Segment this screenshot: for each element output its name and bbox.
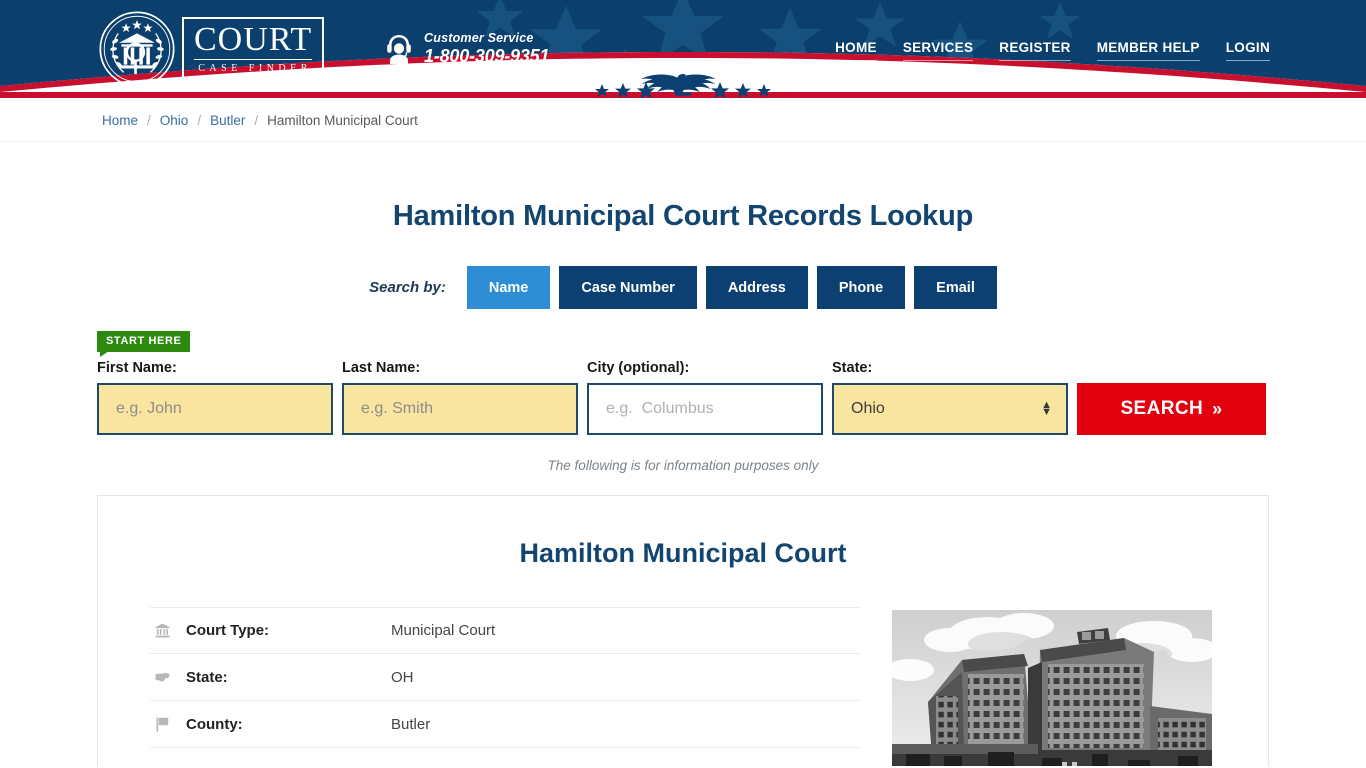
search-button-label: SEARCH: [1120, 398, 1204, 419]
main-content: Hamilton Municipal Court Records Lookup …: [0, 142, 1366, 766]
search-button[interactable]: SEARCH »: [1077, 383, 1266, 435]
court-card-body: Court Type: Municipal Court State: OH Co…: [150, 607, 1216, 766]
flag-icon: [150, 717, 174, 732]
breadcrumb-item-current: Hamilton Municipal Court: [267, 112, 418, 128]
site-header: COURT CASE FINDER Customer Service 1-800…: [0, 0, 1366, 98]
court-details-list: Court Type: Municipal Court State: OH Co…: [150, 607, 860, 766]
tab-phone[interactable]: Phone: [816, 266, 906, 309]
detail-label-state: State:: [186, 668, 228, 686]
state-label: State:: [832, 360, 873, 376]
court-details-card: Hamilton Municipal Court Court Type: Mun…: [97, 495, 1269, 766]
last-name-label: Last Name:: [342, 360, 421, 376]
nav-item-login[interactable]: LOGIN: [1225, 40, 1270, 61]
page-title: Hamilton Municipal Court Records Lookup: [392, 200, 974, 232]
breadcrumb: Home / Ohio / Butler / Hamilton Municipa…: [102, 98, 418, 142]
detail-label-county: County:: [186, 715, 243, 733]
breadcrumb-item-home[interactable]: Home: [102, 113, 138, 128]
search-form: START HERE First Name: Last Name: City (…: [97, 331, 1269, 435]
tab-address[interactable]: Address: [705, 266, 808, 309]
courthouse-magnifier-wreath-seal-icon: [99, 11, 175, 87]
court-card-title: Hamilton Municipal Court: [519, 538, 847, 568]
headset-support-icon: [387, 35, 411, 64]
first-name-field-group: First Name:: [97, 360, 333, 435]
breadcrumb-separator: /: [254, 112, 259, 128]
chevron-updown-icon: ▲ ▼: [1041, 399, 1052, 418]
nav-item-services[interactable]: SERVICES: [902, 40, 974, 61]
site-logo[interactable]: COURT CASE FINDER: [98, 8, 348, 90]
court-photo-column: [892, 607, 1212, 766]
nav-item-home[interactable]: HOME: [835, 40, 877, 61]
search-by-label: Search by:: [369, 279, 446, 296]
last-name-input[interactable]: [342, 383, 578, 435]
disclaimer-text: The following is for information purpose…: [547, 458, 819, 473]
customer-service-block[interactable]: Customer Service 1-800-309-9351: [383, 31, 550, 66]
breadcrumb-item-butler[interactable]: Butler: [210, 113, 245, 128]
state-select-value: Ohio: [851, 400, 885, 417]
courthouse-building-photo: [892, 610, 1212, 766]
logo-text-box: COURT CASE FINDER: [182, 17, 325, 81]
detail-row-county: County: Butler: [150, 701, 860, 748]
detail-row-court-type: Court Type: Municipal Court: [150, 607, 860, 654]
first-name-input[interactable]: [97, 383, 333, 435]
state-select[interactable]: Ohio ▲ ▼: [832, 383, 1068, 435]
map-usa-icon: [150, 671, 174, 684]
search-by-tabs: Search by: Name Case Number Address Phon…: [0, 266, 1366, 309]
nav-item-register[interactable]: REGISTER: [999, 40, 1071, 61]
last-name-field-group: Last Name:: [342, 360, 578, 435]
first-name-label: First Name:: [97, 360, 177, 376]
double-chevron-right-icon: »: [1212, 398, 1223, 419]
courthouse-icon: [150, 623, 174, 638]
eagle-and-stars-emblem: [595, 74, 771, 98]
breadcrumb-separator: /: [147, 112, 151, 128]
logo-title: COURT: [194, 21, 313, 60]
main-navigation: HOME SERVICES REGISTER MEMBER HELP LOGIN: [835, 40, 1270, 61]
detail-value-court-type: Municipal Court: [391, 622, 496, 639]
breadcrumb-item-ohio[interactable]: Ohio: [160, 113, 189, 128]
detail-value-county: Butler: [391, 715, 431, 733]
state-field-group: State: Ohio ▲ ▼: [832, 360, 1068, 435]
tab-case-number[interactable]: Case Number: [559, 266, 697, 309]
customer-service-phone[interactable]: 1-800-309-9351: [424, 47, 550, 66]
nav-item-member-help[interactable]: MEMBER HELP: [1096, 40, 1200, 61]
logo-subtitle: CASE FINDER: [198, 63, 312, 74]
detail-row-state: State: OH: [150, 654, 860, 701]
customer-service-label: Customer Service: [424, 31, 534, 45]
city-input[interactable]: [587, 383, 823, 435]
tab-name[interactable]: Name: [466, 266, 551, 309]
city-field-group: City (optional):: [587, 360, 823, 435]
city-label: City (optional):: [587, 360, 690, 376]
tab-email[interactable]: Email: [914, 266, 997, 309]
breadcrumb-separator: /: [197, 112, 202, 128]
breadcrumb-bar: Home / Ohio / Butler / Hamilton Municipa…: [0, 98, 1366, 142]
detail-value-state: OH: [391, 668, 414, 686]
search-fields-row: First Name: Last Name: City (optional): …: [97, 331, 1269, 435]
detail-label-court-type: Court Type:: [186, 622, 270, 639]
start-here-badge: START HERE: [97, 331, 191, 357]
